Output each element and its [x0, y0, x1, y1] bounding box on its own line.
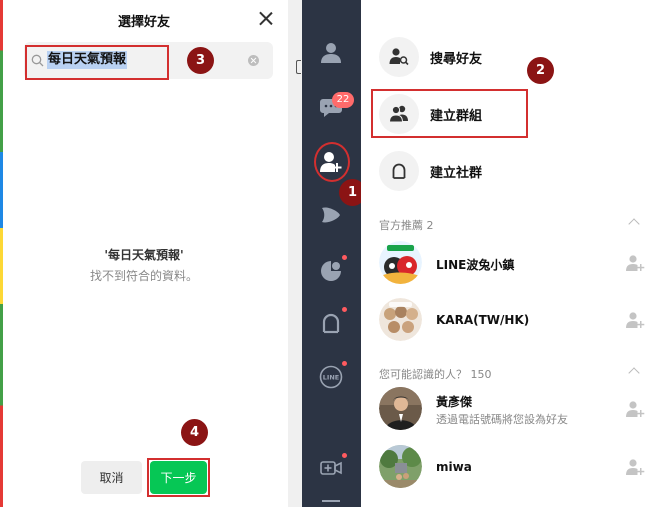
- friend-reason: 透過電話號碼將您設為好友: [436, 413, 568, 426]
- avatar: [379, 387, 422, 430]
- menu-create-community[interactable]: 建立社群: [379, 149, 639, 193]
- openchat-new-dot: [342, 307, 347, 312]
- unread-badge: 22: [332, 92, 354, 108]
- annotation-step-2: 2: [527, 57, 554, 84]
- add-friends-panel: 搜尋好友 2 建立群組 建立社群 官方推薦 2 LINE波兔小鎮 KARA(TW…: [361, 0, 653, 507]
- openchat-icon[interactable]: [318, 310, 344, 336]
- line-new-dot: [342, 361, 347, 366]
- video-new-dot: [342, 453, 347, 458]
- annotation-step-4: 4: [181, 419, 208, 446]
- menu-create-group[interactable]: 建立群組: [379, 92, 639, 136]
- suggested-section-header: 您可能認識的人？ 150: [379, 368, 492, 381]
- avatar: [379, 298, 422, 341]
- add-friend-icon[interactable]: [625, 310, 645, 330]
- video-call-icon[interactable]: [318, 455, 344, 481]
- no-result-query: '每日天氣預報': [104, 248, 184, 262]
- menu-label-search-friend: 搜尋好友: [430, 52, 483, 67]
- add-friend-icon[interactable]: [625, 253, 645, 273]
- openchat-icon: [379, 151, 419, 191]
- annotation-step-3: 3: [187, 47, 214, 74]
- suggested-item-huang[interactable]: 黃彥傑 透過電話號碼將您設為好友: [379, 387, 653, 431]
- add-friend-icon[interactable]: [625, 399, 645, 419]
- today-icon[interactable]: [318, 258, 344, 284]
- official-item-line-town[interactable]: LINE波兔小鎮: [379, 241, 653, 285]
- add-friend-icon[interactable]: [318, 149, 344, 175]
- nav-rail: 22 1 LINE: [302, 0, 366, 507]
- next-button[interactable]: 下一步: [150, 461, 207, 494]
- close-icon[interactable]: [256, 9, 276, 29]
- select-friends-dialog: 選擇好友 每日天氣預報 3 '每日天氣預報' 找不到符合的資料。 4 取消 下一…: [0, 0, 288, 507]
- clear-search-icon[interactable]: [248, 55, 259, 66]
- dialog-title: 選擇好友: [117, 15, 170, 30]
- collapse-suggested-icon[interactable]: [629, 366, 639, 376]
- window-gap: [288, 0, 302, 507]
- cancel-button[interactable]: 取消: [81, 461, 142, 494]
- official-item-kara[interactable]: KARA(TW/HK): [379, 298, 653, 342]
- official-section-header: 官方推薦 2: [379, 219, 434, 232]
- line-icon[interactable]: LINE: [318, 364, 344, 390]
- menu-label-create-community: 建立社群: [430, 166, 483, 181]
- search-friend-icon: [379, 37, 419, 77]
- collapse-official-icon[interactable]: [629, 217, 639, 227]
- friend-name: LINE波兔小鎮: [436, 258, 515, 272]
- svg-text:LINE: LINE: [323, 374, 339, 382]
- search-icon: [31, 54, 44, 67]
- voom-icon[interactable]: [318, 202, 344, 228]
- friend-name: KARA(TW/HK): [436, 313, 530, 327]
- add-friend-icon[interactable]: [625, 457, 645, 477]
- today-new-dot: [342, 255, 347, 260]
- avatar: [379, 445, 422, 488]
- group-icon: [379, 94, 419, 134]
- friend-name: miwa: [436, 460, 472, 474]
- friends-icon[interactable]: [318, 40, 344, 66]
- friend-name: 黃彥傑: [436, 395, 473, 409]
- suggested-item-miwa[interactable]: miwa: [379, 445, 653, 489]
- avatar: [379, 241, 422, 284]
- more-indicator: [322, 500, 340, 502]
- menu-label-create-group: 建立群組: [430, 109, 483, 124]
- background-window-edge: [296, 60, 301, 74]
- search-input[interactable]: 每日天氣預報: [24, 42, 273, 79]
- menu-search-friend[interactable]: 搜尋好友: [379, 35, 639, 79]
- search-input-value[interactable]: 每日天氣預報: [47, 51, 128, 69]
- no-result-message: 找不到符合的資料。: [89, 269, 198, 283]
